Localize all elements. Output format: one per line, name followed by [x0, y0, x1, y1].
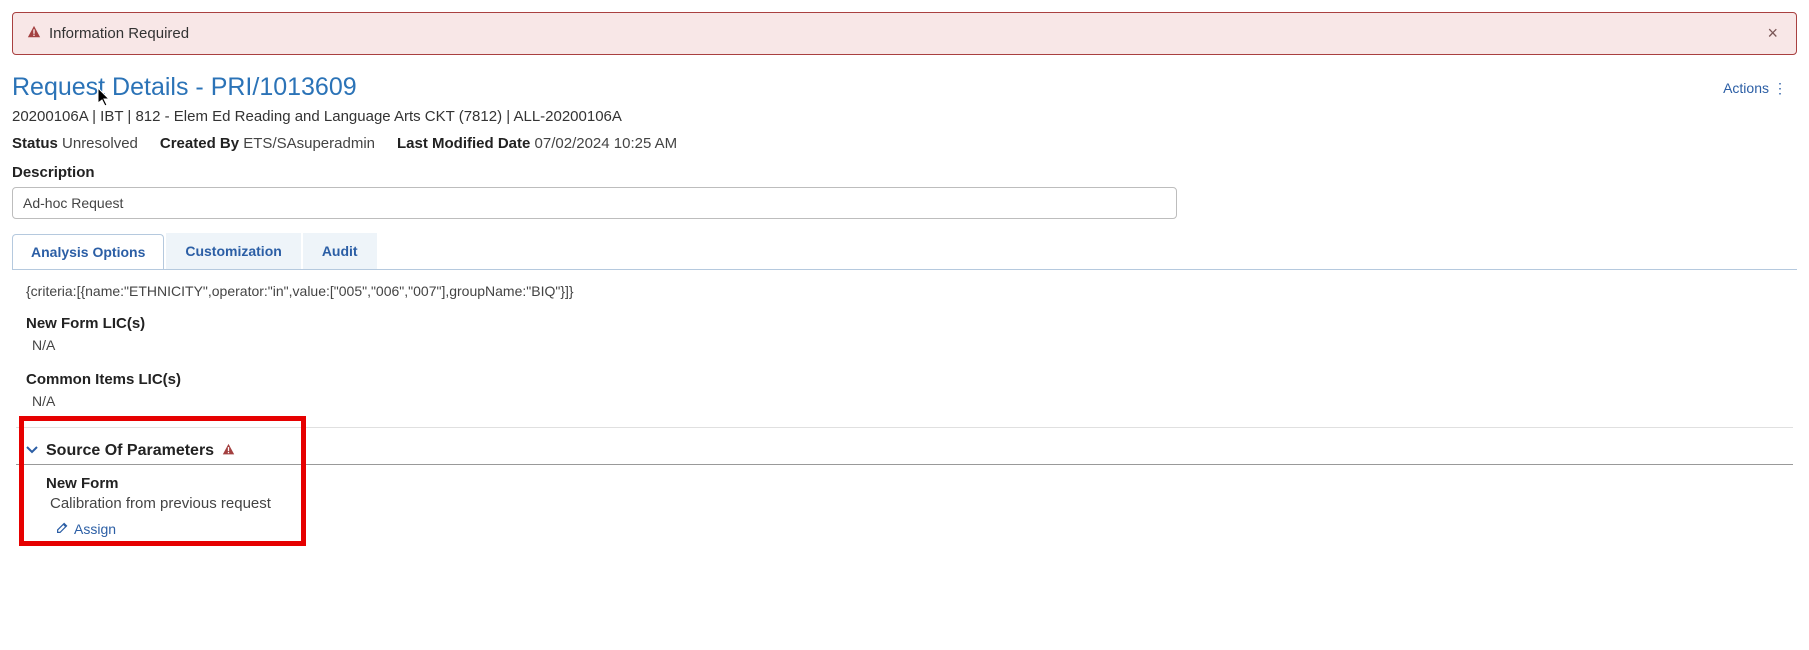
- criteria-json-line: {criteria:[{name:"ETHNICITY",operator:"i…: [16, 280, 1793, 307]
- created-by-label: Created By: [160, 135, 239, 152]
- new-form-lic-label: New Form LIC(s): [16, 307, 1793, 334]
- alert-text: Information Required: [49, 25, 189, 42]
- tab-audit[interactable]: Audit: [303, 233, 377, 269]
- common-items-lic-value: N/A: [16, 390, 1793, 419]
- tabs: Analysis Options Customization Audit: [12, 233, 1797, 269]
- alert-close-button[interactable]: ×: [1763, 23, 1782, 44]
- page-title: Request Details - PRI/1013609: [12, 73, 357, 102]
- new-form-label: New Form: [16, 471, 1793, 492]
- created-by-field: Created By ETS/SAsuperadmin: [160, 135, 375, 152]
- created-by-value: ETS/SAsuperadmin: [243, 135, 375, 152]
- description-input[interactable]: [12, 187, 1177, 219]
- status-value: Unresolved: [62, 135, 138, 152]
- last-modified-label: Last Modified Date: [397, 135, 530, 152]
- tab-analysis-options[interactable]: Analysis Options: [12, 234, 164, 270]
- status-field: Status Unresolved: [12, 135, 138, 152]
- warning-icon: [27, 25, 41, 43]
- source-of-parameters-label: Source Of Parameters: [46, 442, 214, 460]
- warning-icon: [222, 443, 235, 459]
- header-row: Request Details - PRI/1013609 Actions ⋮: [12, 73, 1797, 102]
- divider: [16, 427, 1793, 428]
- source-of-parameters-header[interactable]: Source Of Parameters: [16, 434, 1793, 465]
- analysis-options-panel[interactable]: {criteria:[{name:"ETHNICITY",operator:"i…: [12, 269, 1797, 554]
- actions-menu-button[interactable]: Actions ⋮: [1723, 80, 1797, 96]
- common-items-lic-label: Common Items LIC(s): [16, 363, 1793, 390]
- assign-label: Assign: [74, 521, 116, 537]
- status-label: Status: [12, 135, 58, 152]
- new-form-value: Calibration from previous request: [16, 492, 1793, 518]
- last-modified-field: Last Modified Date 07/02/2024 10:25 AM: [397, 135, 677, 152]
- info-required-alert: Information Required ×: [12, 12, 1797, 55]
- edit-icon: [56, 521, 69, 537]
- alert-content: Information Required: [27, 25, 189, 43]
- last-modified-value: 07/02/2024 10:25 AM: [535, 135, 678, 152]
- tab-customization[interactable]: Customization: [166, 233, 300, 269]
- actions-label: Actions: [1723, 80, 1769, 96]
- assign-link[interactable]: Assign: [16, 518, 1793, 543]
- vertical-dots-icon: ⋮: [1773, 81, 1787, 95]
- description-label: Description: [12, 164, 1797, 181]
- meta-row: Status Unresolved Created By ETS/SAsuper…: [12, 135, 1797, 152]
- breadcrumb: 20200106A | IBT | 812 - Elem Ed Reading …: [12, 108, 1797, 125]
- new-form-lic-value: N/A: [16, 334, 1793, 363]
- chevron-down-icon: [26, 444, 38, 459]
